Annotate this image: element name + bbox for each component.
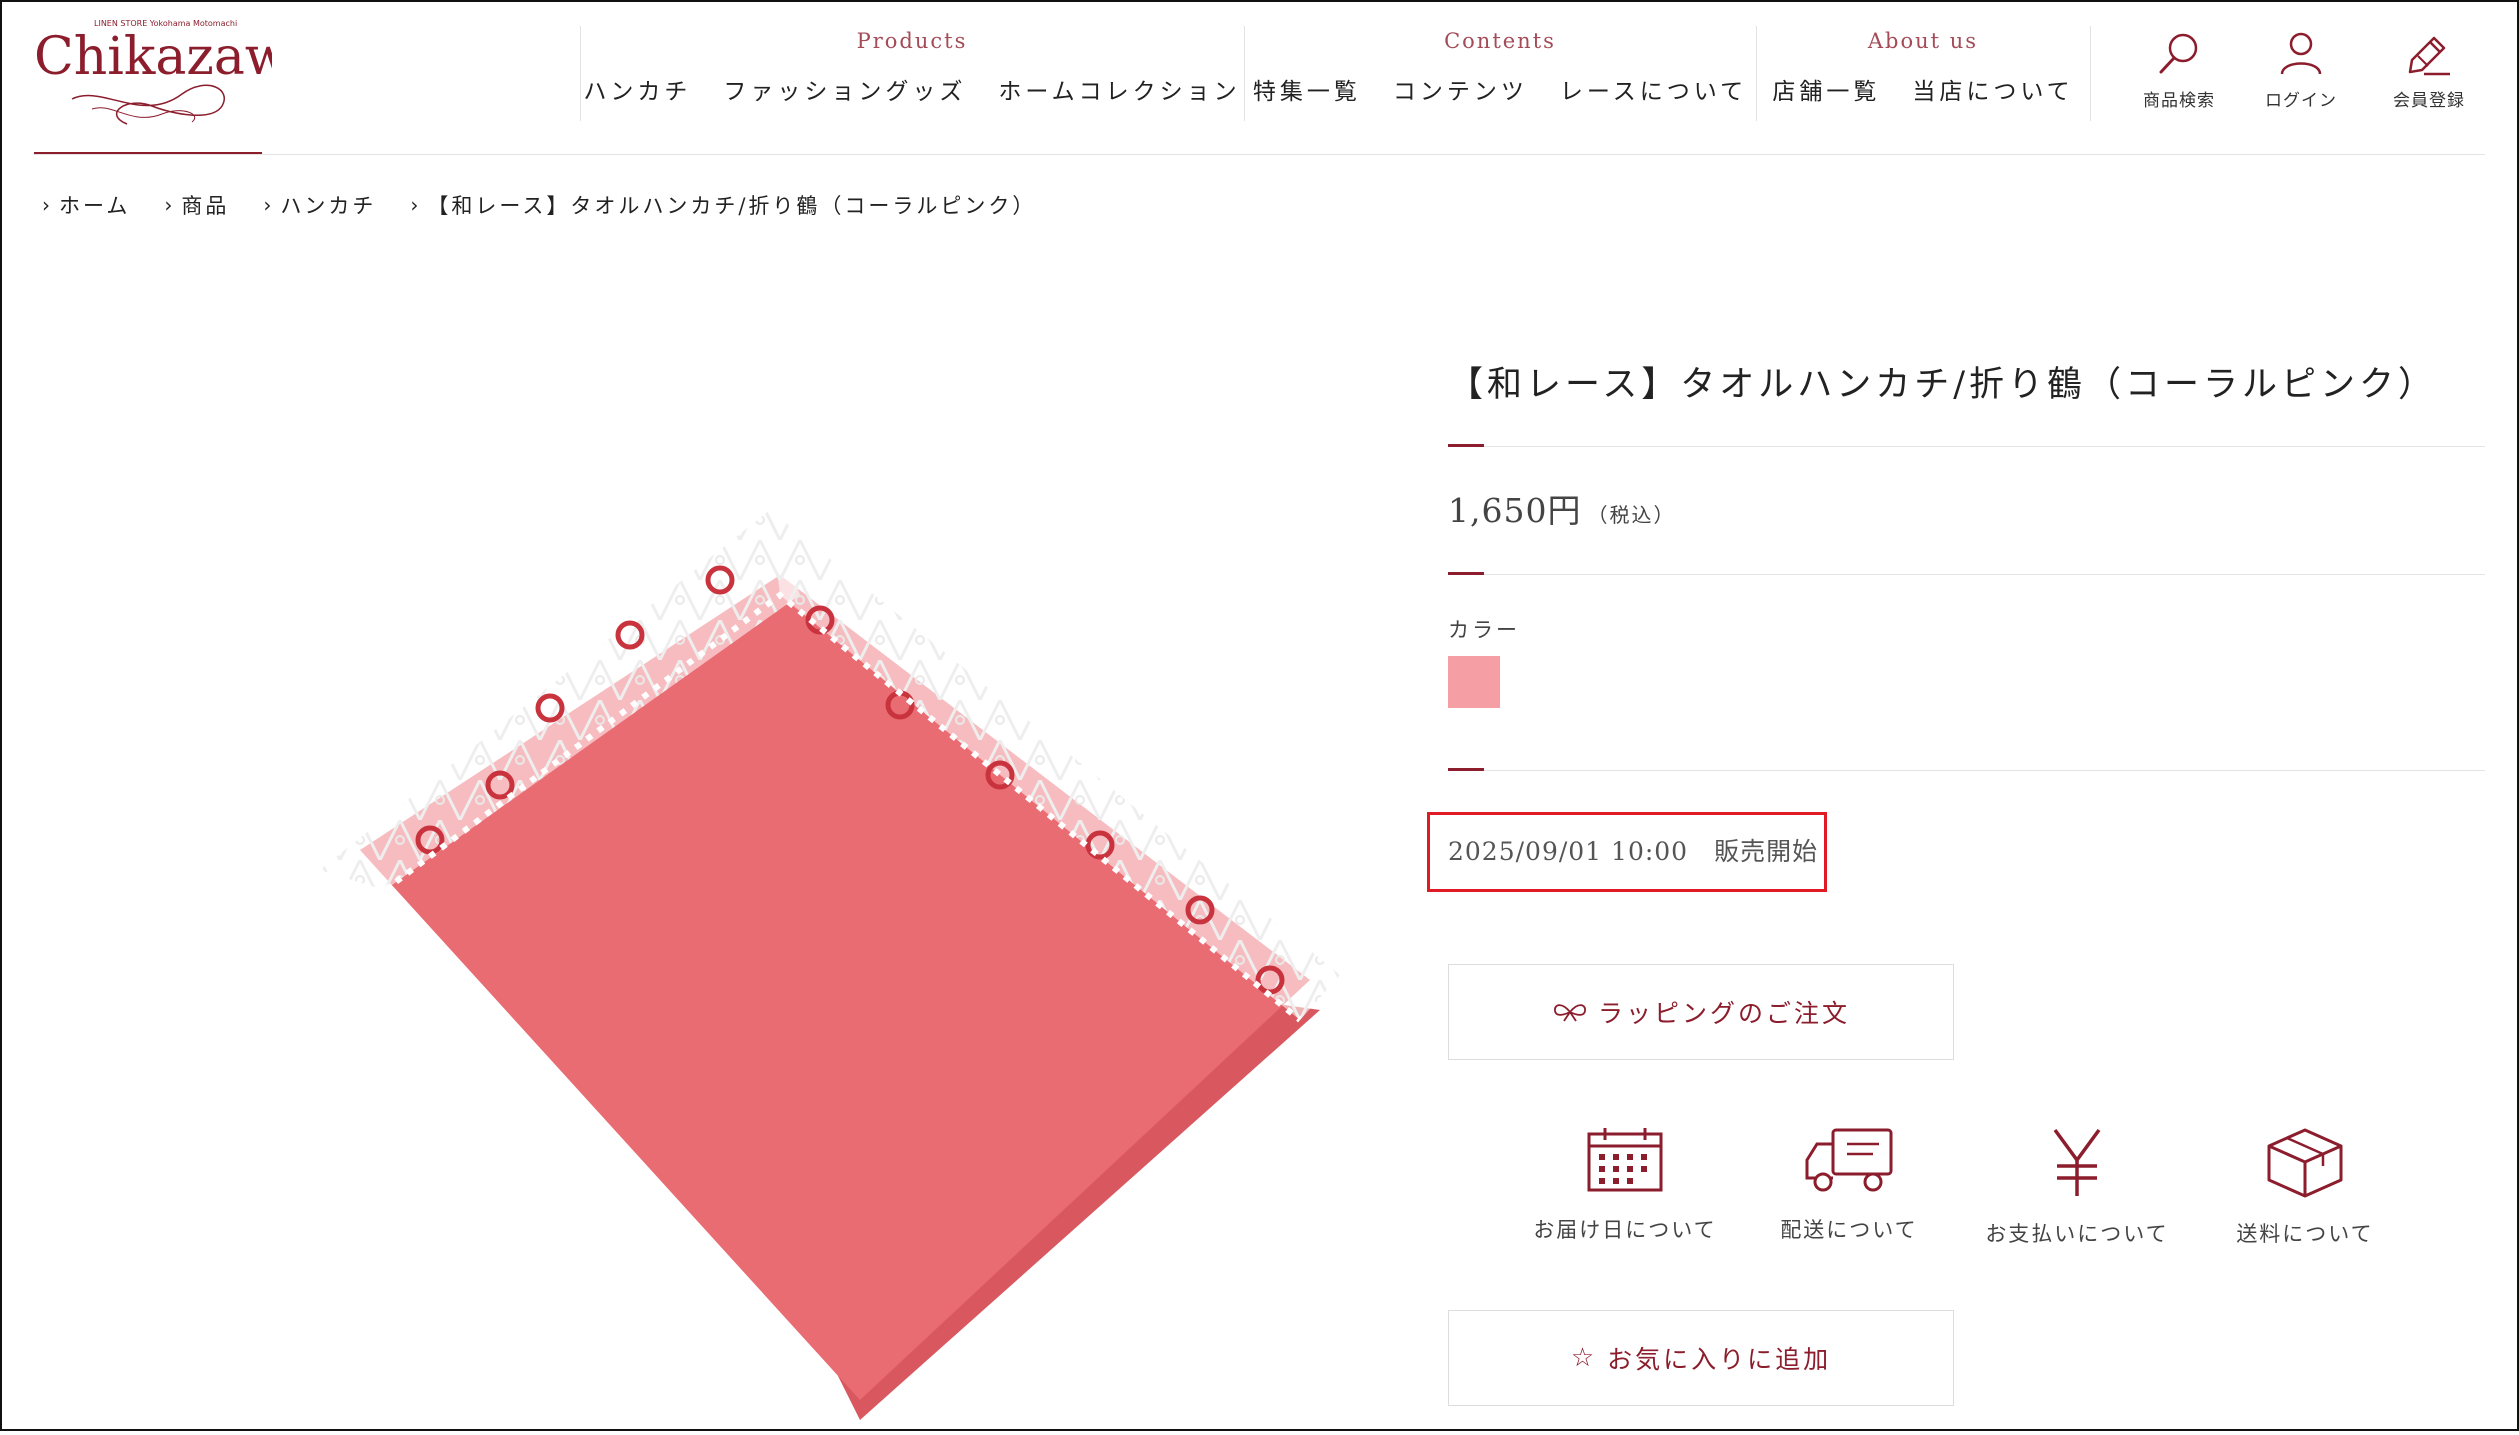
add-favorite-label: お気に入りに追加 [1607,1345,1832,1374]
star-outline-icon: ☆ [1570,1343,1598,1373]
divider-accent [1448,572,1484,575]
divider-accent [1448,444,1484,447]
breadcrumb-label: 商品 [181,194,230,218]
site-logo[interactable]: Chikazawa LINEN STORE Yokohama Motomachi [32,14,320,134]
breadcrumb-label: ホーム [59,194,131,218]
nav-group-products: Products ハンカチ ファッショングッズ ホームコレクション [582,26,1242,106]
logo-wordmark: Chikazawa [34,27,272,87]
login-label: ログイン [2265,91,2337,111]
color-swatch-coral-pink[interactable] [1448,656,1500,708]
breadcrumb: › ホーム › 商品 › ハンカチ › 【和レース】タオルハンカチ/折り鶴（コーラルピン… [42,190,1036,220]
color-label: カラー [1448,618,1520,642]
nav-separator [1244,26,1245,121]
register-label: 会員登録 [2393,91,2465,111]
sale-start-text: 2025/09/01 10:00 販売開始 [1448,837,1819,866]
nav-separator [2090,26,2091,121]
chevron-right-icon: › [164,193,176,217]
nav-heading-contents[interactable]: Contents [1246,26,1754,56]
nav-item-fashion-goods[interactable]: ファッショングッズ [723,72,966,106]
box-icon [2267,1128,2343,1198]
tax-note: （税込） [1587,503,1676,527]
nav-separator [1756,26,1757,121]
product-price: 1,650円 （税込） [1448,484,1675,532]
chevron-right-icon: › [42,193,53,217]
yen-icon [2053,1128,2101,1196]
shipping-fee-link[interactable]: 送料について [2200,1126,2410,1248]
nav-heading-about[interactable]: About us [1758,26,2088,56]
calendar-icon [1587,1128,1663,1192]
breadcrumb-handkerchief[interactable]: › ハンカチ [263,190,376,220]
logo-subtext: LINEN STORE Yokohama Motomachi [94,19,237,28]
chevron-right-icon: › [410,193,422,217]
nav-item-contents[interactable]: コンテンツ [1393,72,1528,106]
chevron-right-icon: › [263,193,275,217]
delivery-date-label: お届け日について [1533,1218,1717,1242]
wrapping-order-button[interactable]: ラッピングのご注文 [1448,964,1954,1060]
search-icon [2159,33,2198,74]
register-button[interactable]: 会員登録 [2374,30,2484,111]
divider [1448,770,2485,771]
divider [1448,574,2485,575]
pencil-icon [2408,36,2450,76]
nav-item-about-store[interactable]: 当店について [1912,72,2073,106]
product-image[interactable] [300,420,1380,1431]
product-search-label: 商品検索 [2143,91,2215,111]
payment-link[interactable]: お支払いについて [1972,1126,2182,1248]
breadcrumb-label: ハンカチ [280,194,377,218]
shipping-fee-label: 送料について [2236,1222,2374,1246]
nav-item-features[interactable]: 特集一覧 [1253,72,1361,106]
wrapping-order-label: ラッピングのご注文 [1597,999,1850,1028]
product-search-button[interactable]: 商品検索 [2124,30,2234,111]
divider [1448,446,2485,447]
nav-group-about: About us 店舗一覧 当店について [1758,26,2088,106]
nav-group-contents: Contents 特集一覧 コンテンツ レースについて [1246,26,1754,106]
breadcrumb-label: 【和レース】タオルハンカチ/折り鶴（コーラルピンク） [427,194,1037,218]
shipping-link[interactable]: 配送について [1744,1126,1954,1244]
shipping-label: 配送について [1780,1218,1918,1242]
logo-mark: Chikazawa LINEN STORE Yokohama Motomachi [34,19,320,125]
product-title: 【和レース】タオルハンカチ/折り鶴（コーラルピンク） [1448,365,2438,405]
payment-label: お支払いについて [1985,1222,2169,1246]
breadcrumb-home[interactable]: › ホーム [42,190,130,220]
breadcrumb-current: › 【和レース】タオルハンカチ/折り鶴（コーラルピンク） [410,190,1036,220]
add-favorite-button[interactable]: ☆ お気に入りに追加 [1448,1310,1954,1406]
ribbon-icon [1554,1004,1586,1022]
breadcrumb-products[interactable]: › 商品 [164,190,229,220]
nav-item-stores[interactable]: 店舗一覧 [1772,72,1880,106]
nav-item-about-lace[interactable]: レースについて [1560,72,1747,106]
truck-icon [1805,1128,1893,1192]
nav-item-handkerchief[interactable]: ハンカチ [583,72,691,106]
header-divider [34,154,2485,155]
nav-heading-products[interactable]: Products [582,26,1242,56]
price-value: 1,650円 [1448,491,1582,530]
nav-item-home-collection[interactable]: ホームコレクション [998,72,1240,106]
login-button[interactable]: ログイン [2246,30,2356,111]
nav-separator [580,26,581,121]
delivery-date-link[interactable]: お届け日について [1520,1126,1730,1244]
user-icon [2280,32,2322,75]
divider-accent [1448,768,1484,771]
